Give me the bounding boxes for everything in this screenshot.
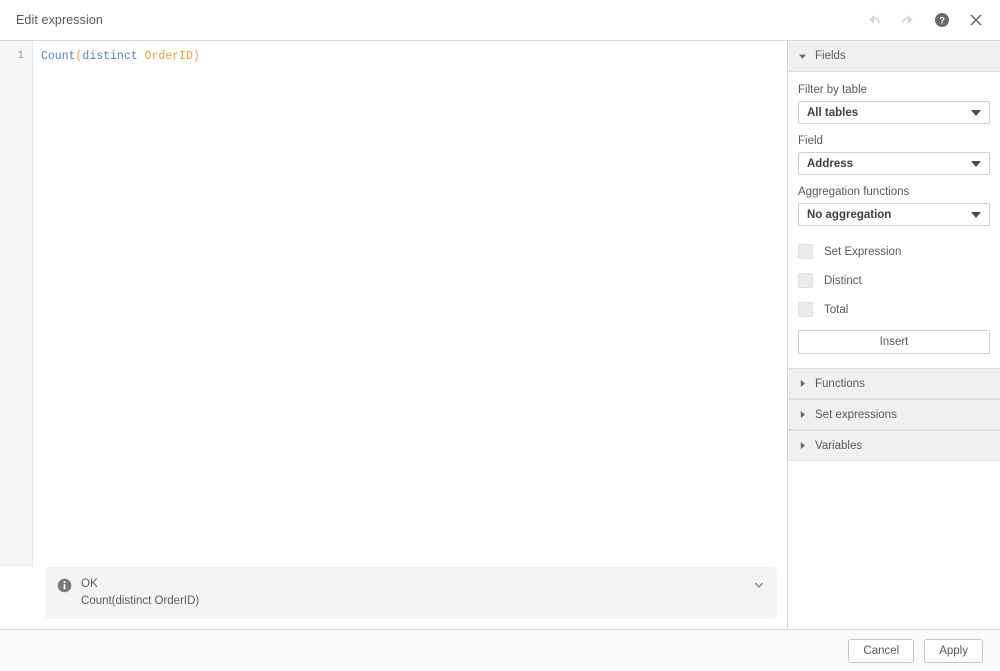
aggregation-label: Aggregation functions	[798, 186, 990, 198]
validation-status-box: OK Count(distinct OrderID)	[45, 567, 777, 619]
expression-sidebar: Fields Filter by table All tables Field …	[788, 41, 1000, 629]
svg-text:?: ?	[939, 16, 945, 27]
field-select[interactable]: Address	[798, 152, 990, 175]
page-title: Edit expression	[16, 13, 103, 27]
expression-editor-pane: 1 Count(distinct OrderID) OK Co	[0, 41, 788, 629]
checkbox-label-total: Total	[824, 304, 848, 316]
caret-right-icon	[796, 440, 808, 452]
filter-by-table-value: All tables	[807, 107, 858, 119]
validation-texts: OK Count(distinct OrderID)	[81, 577, 199, 608]
token-function: Count	[41, 50, 76, 63]
filter-by-table-label: Filter by table	[798, 84, 990, 96]
validation-wrap: OK Count(distinct OrderID)	[0, 567, 787, 629]
checkbox-set-expression[interactable]	[798, 244, 813, 259]
line-number-gutter: 1	[0, 41, 33, 567]
expression-input[interactable]: Count(distinct OrderID)	[33, 41, 787, 567]
close-icon[interactable]	[966, 10, 986, 30]
undo-icon[interactable]	[864, 10, 884, 30]
checkbox-distinct[interactable]	[798, 273, 813, 288]
sidebar-section-variables[interactable]: Variables	[788, 430, 1000, 461]
sidebar-section-functions[interactable]: Functions	[788, 368, 1000, 399]
sidebar-section-set-expressions[interactable]: Set expressions	[788, 399, 1000, 430]
token-close-paren: )	[193, 50, 200, 63]
sidebar-section-label: Variables	[815, 440, 862, 452]
token-field: OrderID	[145, 50, 193, 63]
chevron-down-icon[interactable]	[753, 578, 765, 590]
dialog-body: 1 Count(distinct OrderID) OK Co	[0, 41, 1000, 629]
checkbox-row-distinct[interactable]: Distinct	[798, 272, 990, 289]
checkbox-row-total[interactable]: Total	[798, 301, 990, 318]
sidebar-section-label: Fields	[815, 50, 846, 62]
chevron-down-icon	[971, 212, 981, 218]
chevron-down-icon	[971, 161, 981, 167]
aggregation-select[interactable]: No aggregation	[798, 203, 990, 226]
filter-by-table-select[interactable]: All tables	[798, 101, 990, 124]
cancel-button[interactable]: Cancel	[848, 639, 914, 663]
help-icon[interactable]: ?	[932, 10, 952, 30]
status-detail: Count(distinct OrderID)	[81, 594, 199, 608]
sidebar-section-label: Functions	[815, 378, 865, 390]
code-area[interactable]: 1 Count(distinct OrderID)	[0, 41, 787, 567]
dialog-titlebar: Edit expression ?	[0, 0, 1000, 41]
edit-expression-dialog: Edit expression ?	[0, 0, 1000, 671]
dialog-footer: Cancel Apply	[0, 629, 1000, 671]
fields-checkbox-group: Set Expression Distinct Total	[798, 243, 990, 318]
checkbox-label-set-expression: Set Expression	[824, 246, 901, 258]
field-value: Address	[807, 158, 853, 170]
checkbox-label-distinct: Distinct	[824, 275, 862, 287]
aggregation-value: No aggregation	[807, 209, 891, 221]
sidebar-section-label: Set expressions	[815, 409, 897, 421]
insert-button[interactable]: Insert	[798, 330, 990, 354]
checkbox-total[interactable]	[798, 302, 813, 317]
token-space	[138, 50, 145, 63]
status-badge: OK	[81, 577, 199, 591]
line-number: 1	[0, 48, 32, 65]
caret-right-icon	[796, 409, 808, 421]
fields-panel: Filter by table All tables Field Address…	[788, 72, 1000, 368]
field-label: Field	[798, 135, 990, 147]
apply-button[interactable]: Apply	[924, 639, 983, 663]
token-keyword: distinct	[82, 50, 137, 63]
caret-right-icon	[796, 378, 808, 390]
sidebar-section-fields[interactable]: Fields	[788, 41, 1000, 72]
redo-icon[interactable]	[898, 10, 918, 30]
titlebar-actions: ?	[864, 10, 986, 30]
checkbox-row-set-expression[interactable]: Set Expression	[798, 243, 990, 260]
caret-down-icon	[796, 50, 808, 62]
chevron-down-icon	[971, 110, 981, 116]
info-icon	[57, 578, 72, 593]
